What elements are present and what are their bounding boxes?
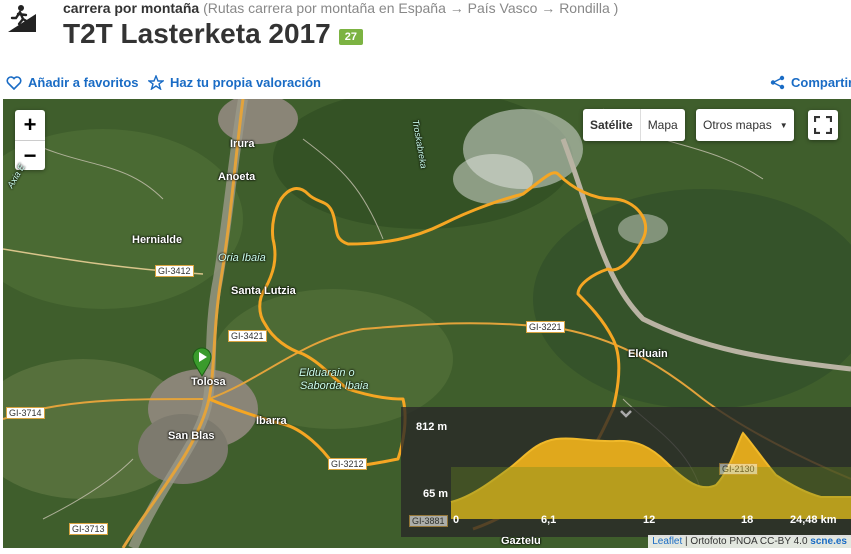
satellite-layer-button[interactable]: Satélite <box>583 109 641 141</box>
x-tick-label: 0 <box>453 514 460 526</box>
river-label-oria: Oria Ibaia <box>218 252 266 264</box>
x-tick-label: 6,1 <box>541 514 557 526</box>
elevation-profile[interactable]: 812 m 65 m 0 6,1 12 18 24,48 km GI-3881 … <box>401 407 851 537</box>
layer-switcher: Satélite Mapa <box>583 109 685 141</box>
max-elevation-label: 812 m <box>416 421 448 433</box>
elevation-chart <box>450 431 851 519</box>
other-maps-label: Otros mapas <box>703 118 772 132</box>
x-tick-label: 24,48 km <box>790 514 837 526</box>
rating-badge: 27 <box>338 29 363 45</box>
road-label-gi3881: GI-3881 <box>409 515 448 527</box>
river-label-saborda: Saborda Ibaia <box>300 380 369 392</box>
breadcrumb: carrera por montaña (Rutas carrera por m… <box>63 0 618 16</box>
place-label-tolosa: Tolosa <box>191 376 226 388</box>
trail-running-icon <box>8 5 36 32</box>
zoom-in-button[interactable]: + <box>15 110 45 140</box>
map-view[interactable]: + − Satélite Mapa Otros mapas ▼ Irura An… <box>3 99 851 548</box>
fullscreen-button[interactable] <box>808 110 838 140</box>
activity-type[interactable]: carrera por montaña <box>63 0 199 16</box>
place-label-irura: Irura <box>230 138 255 150</box>
road-label-gi2130: GI-2130 <box>719 463 758 475</box>
river-label-elduarain: Elduarain o <box>299 367 355 379</box>
place-label-anoeta: Anoeta <box>218 171 256 183</box>
x-tick-label: 12 <box>643 514 656 526</box>
fullscreen-icon <box>814 116 832 134</box>
road-label-gi3713: GI-3713 <box>69 523 108 535</box>
min-elevation-label: 65 m <box>423 488 449 500</box>
road-label-gi3412: GI-3412 <box>155 265 194 277</box>
share-label: Compartir <box>791 75 851 90</box>
place-label-santa-lutzia: Santa Lutzia <box>231 285 296 297</box>
heart-icon <box>6 75 22 90</box>
zoom-control: + − <box>15 110 45 170</box>
attribution-text: | Ortofoto PNOA CC-BY 4.0 <box>682 536 811 547</box>
breadcrumb-path[interactable]: (Rutas carrera por montaña en España → P… <box>203 0 618 16</box>
star-icon <box>148 75 164 90</box>
rate-label: Haz tu propia valoración <box>170 75 321 90</box>
place-label-hernialde: Hernialde <box>132 234 183 246</box>
map-attribution: Leaflet | Ortofoto PNOA CC-BY 4.0 scne.e… <box>648 535 851 548</box>
header: carrera por montaña (Rutas carrera por m… <box>0 0 851 98</box>
title-row: T2T Lasterketa 2017 27 <box>63 18 363 50</box>
chevron-down-icon: ▼ <box>779 120 788 130</box>
share-button[interactable]: Compartir <box>770 75 851 90</box>
map-layer-button[interactable]: Mapa <box>641 109 685 141</box>
other-maps-dropdown[interactable]: Otros mapas ▼ <box>696 109 794 141</box>
add-favorites-label: Añadir a favoritos <box>28 75 139 90</box>
add-favorites-button[interactable]: Añadir a favoritos <box>6 75 139 90</box>
start-marker-icon[interactable] <box>192 347 212 377</box>
place-label-san-blas: San Blas <box>168 430 215 442</box>
rate-button[interactable]: Haz tu propia valoración <box>148 75 321 90</box>
site-link[interactable]: scne.es <box>810 536 847 547</box>
road-label-gi3421: GI-3421 <box>228 330 267 342</box>
x-tick-label: 18 <box>741 514 754 526</box>
road-label-gi3714: GI-3714 <box>6 407 45 419</box>
place-label-ibarra: Ibarra <box>256 415 287 427</box>
page-title: T2T Lasterketa 2017 <box>63 18 331 49</box>
share-icon <box>770 75 785 90</box>
road-label-gi3212: GI-3212 <box>328 458 367 470</box>
road-label-gi3221: GI-3221 <box>526 321 565 333</box>
leaflet-link[interactable]: Leaflet <box>652 536 682 547</box>
place-label-elduain: Elduain <box>628 348 668 360</box>
